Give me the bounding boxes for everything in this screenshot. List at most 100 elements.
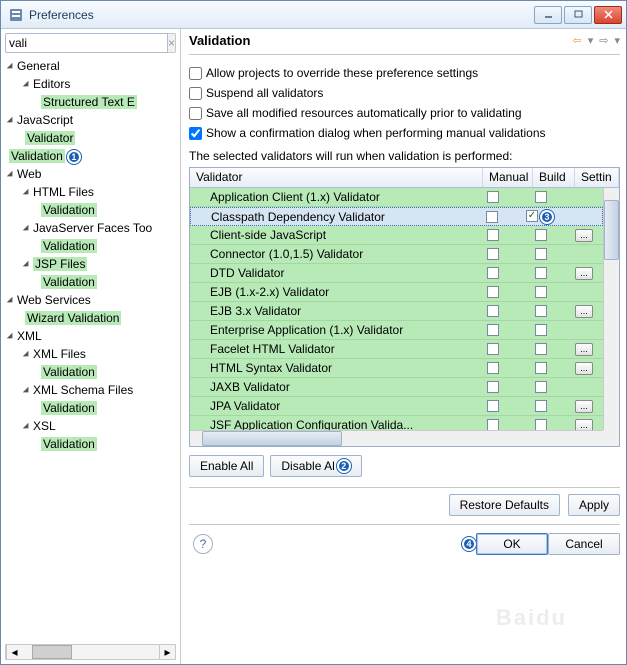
badge-1: 1 [67, 150, 81, 164]
manual-checkbox[interactable] [487, 343, 499, 355]
table-row[interactable]: Facelet HTML Validator... [190, 340, 603, 359]
table-row[interactable]: Connector (1.0,1.5) Validator [190, 245, 603, 264]
back-icon[interactable]: ⇦ [573, 34, 582, 47]
table-row[interactable]: JPA Validator... [190, 397, 603, 416]
filter-input[interactable] [5, 33, 168, 53]
help-button[interactable]: ? [193, 534, 213, 554]
clear-filter-button[interactable]: × [168, 33, 176, 53]
tree-node[interactable]: Validation [5, 363, 176, 381]
build-checkbox[interactable] [535, 381, 547, 393]
forward-dropdown-icon[interactable]: ▾ [614, 34, 620, 47]
settings-button[interactable]: ... [575, 229, 593, 242]
table-row[interactable]: EJB (1.x-2.x) Validator [190, 283, 603, 302]
build-checkbox[interactable] [535, 343, 547, 355]
apply-button[interactable]: Apply [568, 494, 620, 516]
forward-icon[interactable]: ⇨ [599, 34, 608, 47]
manual-checkbox[interactable] [487, 381, 499, 393]
table-row[interactable]: JSF Application Configuration Valida....… [190, 416, 603, 430]
build-checkbox[interactable] [535, 267, 547, 279]
build-checkbox[interactable] [535, 191, 547, 203]
build-checkbox[interactable] [535, 305, 547, 317]
cancel-button[interactable]: Cancel [548, 533, 620, 555]
ok-button[interactable]: OK [476, 533, 548, 555]
manual-checkbox[interactable] [487, 362, 499, 374]
table-hscrollbar[interactable] [190, 430, 603, 446]
tree-node[interactable]: Validator [5, 129, 176, 147]
tree-node[interactable]: Editors [5, 75, 176, 93]
tree-node[interactable]: XML Files [5, 345, 176, 363]
saveall-checkbox[interactable]: Save all modified resources automaticall… [189, 103, 620, 123]
tree-node[interactable]: Validation [5, 237, 176, 255]
tree-node[interactable]: Structured Text E [5, 93, 176, 111]
validator-name: Classpath Dependency Validator [191, 210, 468, 224]
enable-all-button[interactable]: Enable All [189, 455, 264, 477]
tree-node[interactable]: Validation [5, 435, 176, 453]
tree-node[interactable]: JSP Files [5, 255, 176, 273]
tree-node[interactable]: JavaServer Faces Too [5, 219, 176, 237]
maximize-button[interactable] [564, 6, 592, 24]
tree-node[interactable]: Web Services [5, 291, 176, 309]
table-row[interactable]: EJB 3.x Validator... [190, 302, 603, 321]
validator-name: HTML Syntax Validator [190, 361, 469, 375]
tree-node[interactable]: General [5, 57, 176, 75]
settings-button[interactable]: ... [575, 267, 593, 280]
close-button[interactable] [594, 6, 622, 24]
minimize-button[interactable] [534, 6, 562, 24]
table-row[interactable]: JAXB Validator [190, 378, 603, 397]
tree-node[interactable]: Validation [5, 273, 176, 291]
manual-checkbox[interactable] [487, 191, 499, 203]
build-checkbox[interactable] [535, 400, 547, 412]
manual-checkbox[interactable] [487, 324, 499, 336]
col-build[interactable]: Build [533, 168, 575, 187]
tree-node[interactable]: XSL [5, 417, 176, 435]
build-checkbox[interactable] [535, 248, 547, 260]
tree-node[interactable]: JavaScript [5, 111, 176, 129]
manual-checkbox[interactable] [487, 248, 499, 260]
back-dropdown-icon[interactable]: ▾ [588, 34, 594, 47]
build-checkbox[interactable] [526, 210, 538, 222]
manual-checkbox[interactable] [487, 267, 499, 279]
settings-button[interactable]: ... [575, 343, 593, 356]
table-row[interactable]: DTD Validator... [190, 264, 603, 283]
manual-checkbox[interactable] [486, 211, 498, 223]
build-checkbox[interactable] [535, 419, 547, 430]
tree-node[interactable]: Web [5, 165, 176, 183]
override-checkbox[interactable]: Allow projects to override these prefere… [189, 63, 620, 83]
restore-defaults-button[interactable]: Restore Defaults [449, 494, 560, 516]
table-row[interactable]: Classpath Dependency Validator3 [190, 207, 603, 226]
tree-node[interactable]: Validation [5, 201, 176, 219]
settings-button[interactable]: ... [575, 362, 593, 375]
tree-node[interactable]: XML [5, 327, 176, 345]
col-settings[interactable]: Settin [575, 168, 619, 187]
table-vscrollbar[interactable] [603, 188, 619, 430]
manual-checkbox[interactable] [487, 286, 499, 298]
confirm-checkbox[interactable]: Show a confirmation dialog when performi… [189, 123, 620, 143]
page-heading: Validation [189, 33, 573, 48]
suspend-checkbox[interactable]: Suspend all validators [189, 83, 620, 103]
tree-node[interactable]: Wizard Validation [5, 309, 176, 327]
table-row[interactable]: Client-side JavaScript... [190, 226, 603, 245]
table-row[interactable]: HTML Syntax Validator... [190, 359, 603, 378]
tree-node[interactable]: Validation1 [5, 147, 176, 165]
col-validator[interactable]: Validator [190, 168, 483, 187]
tree-node[interactable]: HTML Files [5, 183, 176, 201]
settings-button[interactable]: ... [575, 419, 593, 431]
settings-button[interactable]: ... [575, 400, 593, 413]
build-checkbox[interactable] [535, 286, 547, 298]
table-row[interactable]: Application Client (1.x) Validator [190, 188, 603, 207]
manual-checkbox[interactable] [487, 229, 499, 241]
tree-node[interactable]: XML Schema Files [5, 381, 176, 399]
build-checkbox[interactable] [535, 229, 547, 241]
build-checkbox[interactable] [535, 324, 547, 336]
preference-tree[interactable]: GeneralEditorsStructured Text EJavaScrip… [5, 57, 176, 642]
col-manual[interactable]: Manual [483, 168, 533, 187]
manual-checkbox[interactable] [487, 400, 499, 412]
settings-button[interactable]: ... [575, 305, 593, 318]
build-checkbox[interactable] [535, 362, 547, 374]
manual-checkbox[interactable] [487, 305, 499, 317]
table-row[interactable]: Enterprise Application (1.x) Validator [190, 321, 603, 340]
manual-checkbox[interactable] [487, 419, 499, 430]
tree-node[interactable]: Validation [5, 399, 176, 417]
disable-all-button[interactable]: Disable Al2 [270, 455, 361, 477]
tree-hscrollbar[interactable]: ◂▸ [5, 644, 176, 660]
